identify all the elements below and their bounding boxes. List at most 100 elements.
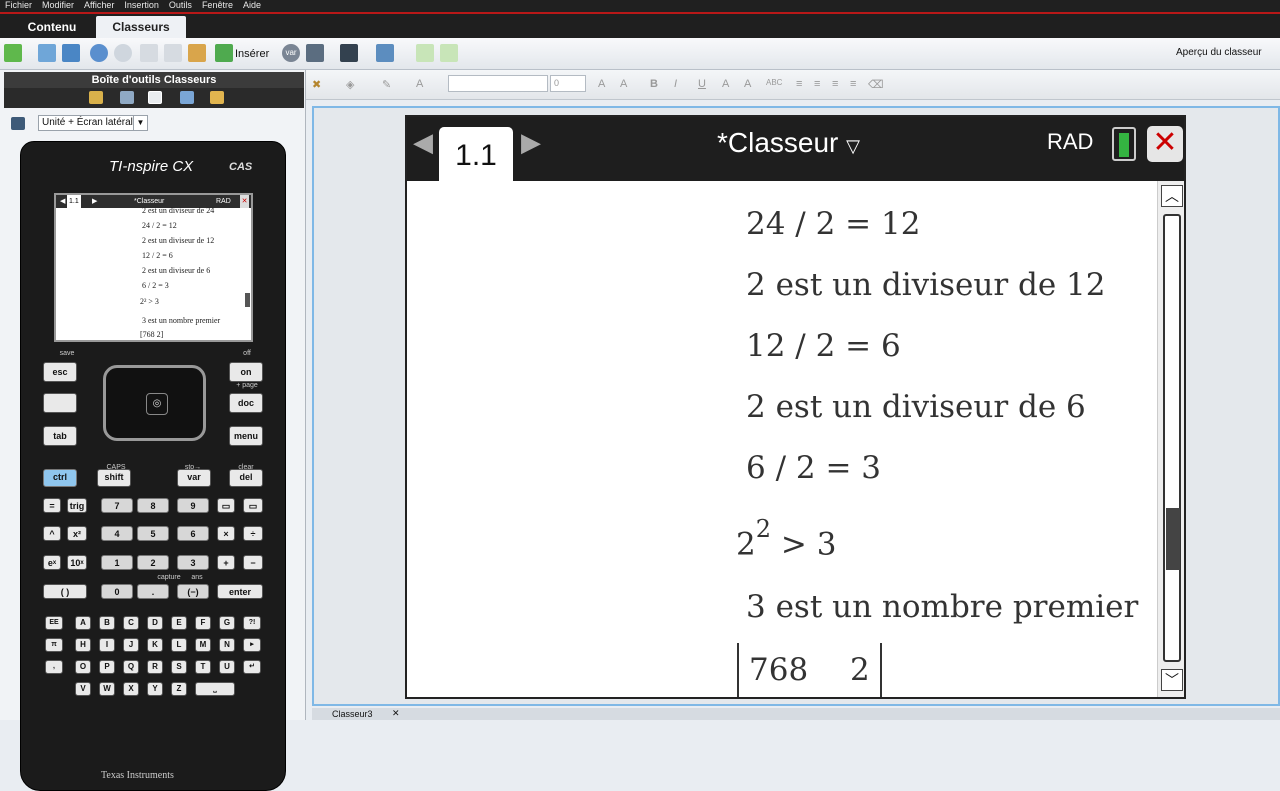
minus-key[interactable]: − [243,555,263,570]
key-z[interactable]: Z [171,682,187,696]
italic-icon[interactable]: I [674,78,677,90]
key-9[interactable]: 9 [177,498,209,513]
key-s[interactable]: S [171,660,187,674]
redo-icon[interactable] [114,44,132,62]
plus-key[interactable]: + [217,555,235,570]
caret-key[interactable]: ^ [43,526,61,541]
comma-key[interactable]: , [45,660,63,674]
undo-icon[interactable] [90,44,108,62]
layout-icon[interactable] [376,44,394,62]
scroll-thumb[interactable] [1166,508,1180,570]
var-key[interactable]: var [177,469,211,487]
enter-key[interactable]: enter [217,584,263,599]
divide-key[interactable]: ÷ [243,526,263,541]
open-icon[interactable] [38,44,56,62]
key-2[interactable]: 2 [137,555,169,570]
key-w[interactable]: W [99,682,115,696]
key-y[interactable]: Y [147,682,163,696]
doc-key[interactable]: doc [229,393,263,413]
decimal-key[interactable]: . [137,584,169,599]
fill-color-icon[interactable]: ◈ [346,78,354,91]
tab-key[interactable]: tab [43,426,77,446]
key-u[interactable]: U [219,660,235,674]
del-key[interactable]: del [229,469,263,487]
key-1[interactable]: 1 [101,555,133,570]
close-tab-icon[interactable]: ✕ [392,708,400,719]
key-i[interactable]: I [99,638,115,652]
key-e[interactable]: E [171,616,187,630]
tools-icon[interactable] [89,91,103,104]
key-c[interactable]: C [123,616,139,630]
var-button[interactable]: var [282,44,300,62]
key-b[interactable]: B [99,616,115,630]
return-key[interactable]: ↵ [243,660,261,674]
menu-fichier[interactable]: Fichier [0,0,37,12]
menu-key[interactable]: menu [229,426,263,446]
grow-font-icon[interactable]: A [598,78,605,90]
page-sorter-icon[interactable] [120,91,134,104]
key-k[interactable]: K [147,638,163,652]
ee-key[interactable]: EE [45,616,63,630]
key-m[interactable]: M [195,638,211,652]
superscript-icon[interactable]: A [722,78,729,90]
key-t[interactable]: T [195,660,211,674]
key-x[interactable]: X [123,682,139,696]
emulator-icon[interactable] [148,91,162,104]
key-j[interactable]: J [123,638,139,652]
menu-aide[interactable]: Aide [238,0,266,12]
align-right-icon[interactable]: ≡ [832,78,838,90]
bold-icon[interactable]: B [650,78,658,90]
key-4[interactable]: 4 [101,526,133,541]
tools-icon[interactable]: ✖ [312,78,321,91]
underline-icon[interactable]: U [698,78,706,90]
on-key[interactable]: on [229,362,263,382]
space-key[interactable]: ⎵ [195,682,235,696]
align-center-icon[interactable]: ≡ [814,78,820,90]
trig-key[interactable]: trig [67,498,87,513]
touchpad-click-icon[interactable]: ◎ [146,393,168,415]
document-tab[interactable]: Classeur3 [332,709,373,719]
key-l[interactable]: L [171,638,187,652]
key-a[interactable]: A [75,616,91,630]
key-d[interactable]: D [147,616,163,630]
handheld-icon[interactable] [340,44,358,62]
next-page-icon[interactable] [440,44,458,62]
preview-button[interactable]: Aperçu du classeur [1176,47,1262,58]
key-3[interactable]: 3 [177,555,209,570]
align-left-icon[interactable]: ≡ [796,78,802,90]
calculator-view-icon[interactable] [11,117,25,130]
document-title[interactable]: *Classeur ▽ [717,127,860,159]
square-key[interactable]: x² [67,526,87,541]
cut-icon[interactable] [140,44,158,62]
question-key[interactable]: ?! [243,616,261,630]
esc-key[interactable]: esc [43,362,77,382]
justify-icon[interactable]: ≡ [850,78,856,90]
prev-page-arrow-icon[interactable]: ◀ [413,127,433,158]
tab-contenu[interactable]: Contenu [8,16,96,40]
template-key[interactable]: ▭ [217,498,235,513]
pi-key[interactable]: π [45,638,63,652]
shrink-font-icon[interactable]: A [620,78,627,90]
key-r[interactable]: R [147,660,163,674]
key-h[interactable]: H [75,638,91,652]
strikethrough-icon[interactable]: ABC [766,78,782,87]
scrollbar[interactable]: ︿ ﹀ [1157,181,1184,697]
paste-icon[interactable] [188,44,206,62]
insert-icon[interactable] [215,44,233,62]
menu-afficher[interactable]: Afficher [79,0,119,12]
close-icon[interactable]: ✕ [1147,126,1183,162]
save-icon[interactable] [62,44,80,62]
text-color-icon[interactable]: A [416,78,423,90]
scratchpad-key[interactable] [43,393,77,413]
scroll-down-icon[interactable]: ﹀ [1161,669,1183,691]
content-explorer-icon[interactable] [210,91,224,104]
next-page-arrow-icon[interactable]: ▶ [521,127,541,158]
key-o[interactable]: O [75,660,91,674]
equals-key[interactable]: = [43,498,61,513]
flag-key[interactable]: ▸ [243,638,261,652]
key-p[interactable]: P [99,660,115,674]
menu-outils[interactable]: Outils [164,0,197,12]
view-mode-select[interactable]: Unité + Écran latéral ▼ [38,115,148,131]
tab-classeurs[interactable]: Classeurs [96,16,186,40]
utilities-icon[interactable] [180,91,194,104]
